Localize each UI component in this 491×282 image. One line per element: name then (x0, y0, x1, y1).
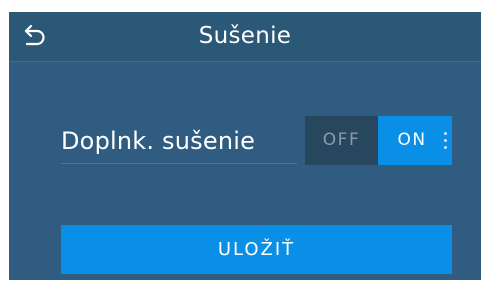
grip-dots-icon (444, 132, 447, 149)
toggle-on-option[interactable]: ON (378, 116, 452, 165)
extra-drying-toggle[interactable]: OFF ON (305, 116, 452, 165)
header-bar: Sušenie (9, 12, 481, 62)
setting-divider (61, 163, 297, 164)
toggle-on-label: ON (397, 130, 427, 150)
drying-screen: Sušenie Doplnk. sušenie OFF ON ULOŽIŤ (9, 12, 481, 280)
page-title: Sušenie (198, 23, 292, 49)
setting-label-extra-drying: Doplnk. sušenie (61, 127, 256, 155)
save-button[interactable]: ULOŽIŤ (61, 225, 452, 274)
toggle-off-option[interactable]: OFF (305, 116, 378, 165)
